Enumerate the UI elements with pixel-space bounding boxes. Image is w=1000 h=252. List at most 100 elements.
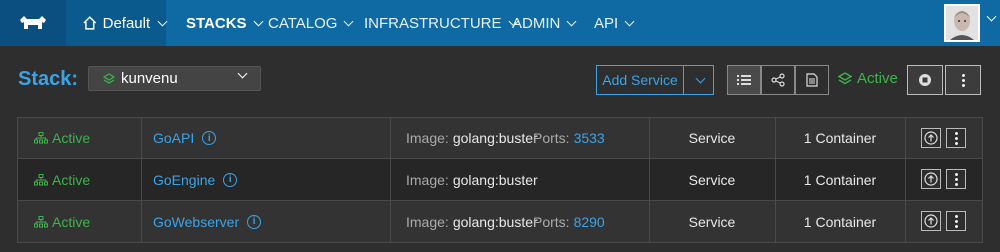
arrow-up-circle-icon [924, 214, 938, 228]
image-label: Image: [406, 130, 449, 146]
arrow-up-circle-icon [924, 131, 938, 145]
stop-icon [919, 74, 931, 86]
row-menu-button[interactable] [946, 211, 966, 231]
column-divider [905, 159, 906, 200]
environment-selector[interactable]: Default [66, 0, 168, 46]
column-divider [141, 201, 142, 242]
ports-label: Ports: [533, 213, 570, 230]
service-status-label: Active [52, 213, 91, 230]
avatar[interactable] [944, 4, 980, 42]
stack-status: Active [838, 70, 898, 87]
chevron-down-icon [253, 16, 264, 26]
stack-status-label: Active [857, 70, 898, 87]
service-name-link[interactable]: GoEngine [153, 172, 215, 188]
service-ports: Ports: 3533 [533, 118, 605, 158]
info-icon[interactable]: i [247, 214, 262, 229]
row-menu-button[interactable] [946, 169, 966, 189]
service-name[interactable]: GoAPI i [153, 118, 217, 158]
user-avatar-icon [946, 6, 978, 40]
rancher-logo[interactable] [0, 0, 66, 46]
nav-infrastructure[interactable]: INFRASTRUCTURE [364, 0, 518, 46]
row-menu-button[interactable] [946, 128, 966, 148]
chevron-down-icon [566, 16, 577, 26]
column-divider [905, 201, 906, 242]
nav-admin[interactable]: ADMIN [512, 0, 577, 46]
column-divider [905, 118, 906, 158]
service-status: Active [34, 201, 90, 242]
nav-api-label: API [594, 14, 619, 32]
more-vertical-icon [954, 214, 958, 228]
file-icon [806, 73, 818, 87]
service-status: Active [34, 118, 90, 158]
stop-stack-button[interactable] [907, 65, 943, 95]
service-name-link[interactable]: GoWebserver [153, 214, 239, 230]
service-network-icon [34, 132, 48, 144]
service-kind: Service [688, 171, 736, 188]
table-row[interactable]: Active GoWebserver i Image: golang:buste… [17, 201, 983, 243]
service-image: Image: golang:buster [406, 159, 538, 200]
top-nav: Default STACKS CATALOG INFRASTRUCTURE AD… [0, 0, 1000, 46]
service-name[interactable]: GoEngine i [153, 159, 238, 200]
chevron-down-icon [237, 68, 248, 79]
ports-value[interactable]: 3533 [574, 130, 605, 146]
home-icon [83, 16, 97, 30]
table-row[interactable]: Active GoAPI i Image: golang:buster Port… [17, 117, 983, 159]
nav-catalog-label: CATALOG [268, 14, 338, 32]
nav-admin-label: ADMIN [512, 14, 561, 32]
compose-file-button[interactable] [795, 65, 829, 95]
container-count: 1 Container [803, 213, 877, 230]
more-vertical-icon [954, 172, 958, 186]
add-service-button[interactable]: Add Service [596, 65, 684, 95]
more-vertical-icon [961, 73, 965, 87]
service-ports: Ports: 8290 [533, 201, 605, 242]
ports-label: Ports: [533, 130, 570, 146]
share-graph-icon [771, 73, 785, 87]
container-count: 1 Container [803, 171, 877, 188]
more-vertical-icon [954, 131, 958, 145]
nav-stacks-label: STACKS [186, 14, 247, 32]
environment-label: Default [102, 14, 151, 32]
chevron-down-icon[interactable] [986, 11, 997, 22]
stack-selected: kunvenu [121, 70, 178, 87]
nav-infrastructure-label: INFRASTRUCTURE [364, 14, 502, 32]
upgrade-button[interactable] [921, 128, 941, 148]
list-view-button[interactable] [727, 65, 761, 95]
nav-stacks[interactable]: STACKS [186, 0, 264, 46]
stack-label: Stack: [18, 68, 79, 90]
stack-menu-button[interactable] [945, 65, 981, 95]
service-name[interactable]: GoWebserver i [153, 201, 262, 242]
service-name-link[interactable]: GoAPI [153, 130, 194, 146]
service-network-icon [34, 173, 48, 185]
service-status: Active [34, 159, 90, 200]
image-label: Image: [406, 171, 449, 188]
arrow-up-circle-icon [924, 172, 938, 186]
cow-logo-icon [20, 16, 46, 29]
upgrade-button[interactable] [921, 211, 941, 231]
add-service-dropdown-button[interactable] [684, 65, 714, 95]
service-status-label: Active [52, 130, 91, 146]
image-value: golang:buster [452, 213, 538, 230]
table-row[interactable]: Active GoEngine i Image: golang:buster S… [17, 159, 983, 201]
chevron-down-icon [695, 73, 706, 83]
service-kind: Service [688, 213, 736, 230]
service-image: Image: golang:buster [406, 201, 538, 242]
info-icon[interactable]: i [202, 131, 217, 145]
service-kind: Service [688, 130, 736, 146]
layers-icon [838, 71, 852, 84]
image-value: golang:buster [452, 130, 538, 146]
service-status-label: Active [52, 171, 91, 188]
upgrade-button[interactable] [921, 169, 941, 189]
chevron-down-icon [624, 16, 635, 26]
image-label: Image: [406, 213, 449, 230]
nav-api[interactable]: API [594, 0, 635, 46]
column-divider [141, 159, 142, 200]
column-divider [390, 118, 391, 158]
service-network-icon [34, 215, 48, 227]
stack-selector[interactable]: kunvenu [88, 66, 261, 91]
nav-catalog[interactable]: CATALOG [268, 0, 354, 46]
graph-view-button[interactable] [761, 65, 795, 95]
info-icon[interactable]: i [223, 172, 238, 187]
ports-value[interactable]: 8290 [574, 214, 605, 230]
column-divider [141, 118, 142, 158]
column-divider [390, 159, 391, 200]
